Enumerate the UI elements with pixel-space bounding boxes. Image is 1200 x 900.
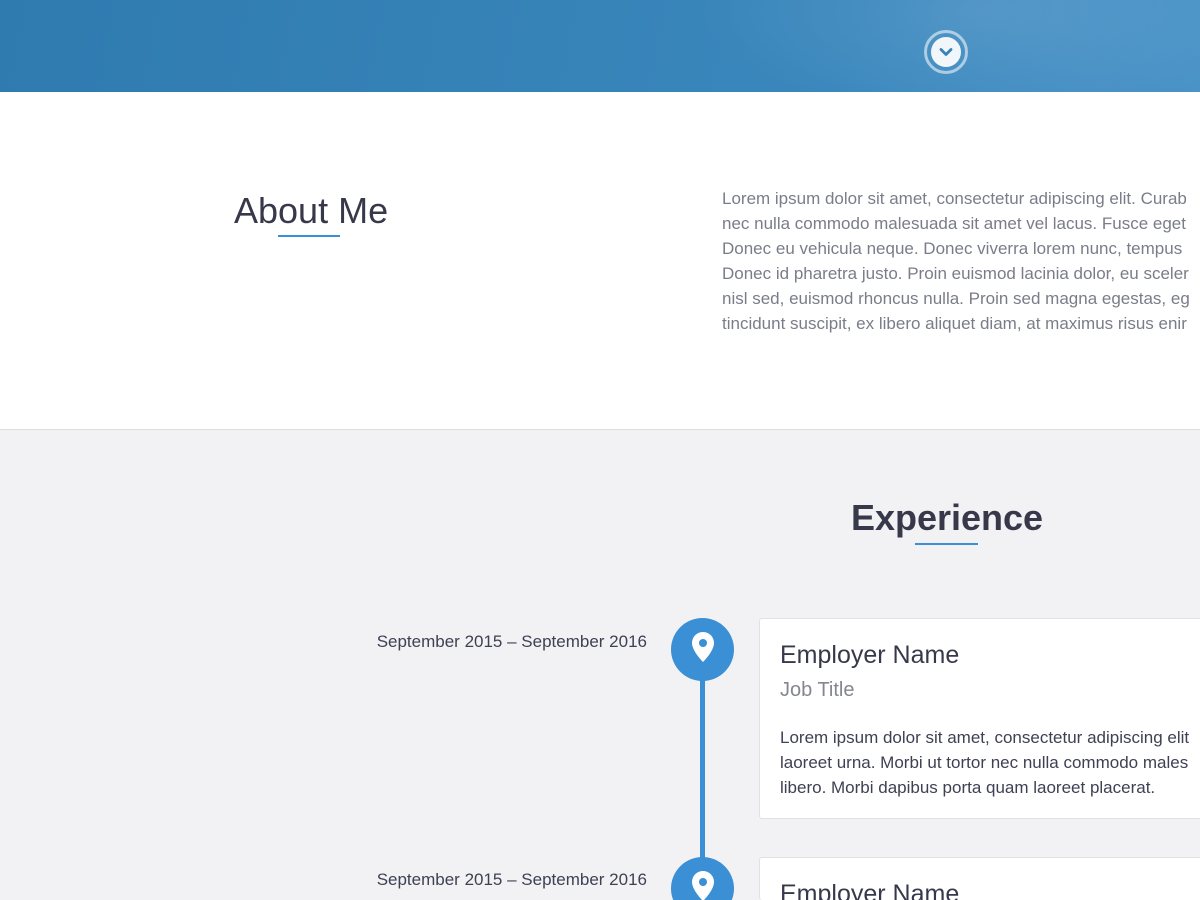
experience-card: Employer Name Job Title Lorem ipsum dolo…: [759, 618, 1200, 819]
timeline-marker: [671, 857, 734, 900]
job-title: Job Title: [780, 679, 855, 701]
experience-title-underline: [915, 543, 978, 545]
map-pin-icon: [691, 871, 714, 900]
hero-banner: [0, 0, 1200, 92]
about-title-underline: [278, 235, 340, 237]
about-text-line: Lorem ipsum dolor sit amet, consectetur …: [722, 189, 1187, 208]
about-text-line: Donec eu vehicula neque. Donec viverra l…: [722, 239, 1183, 258]
experience-card: Employer Name: [759, 857, 1200, 900]
employer-name: Employer Name: [780, 880, 960, 900]
employer-name: Employer Name: [780, 641, 960, 669]
job-description-line: laoreet urna. Morbi ut tortor nec nulla …: [780, 753, 1189, 772]
job-description-line: libero. Morbi dapibus porta quam laoreet…: [780, 778, 1156, 797]
experience-title: Experience: [850, 497, 1044, 538]
about-text-line: nisl sed, euismod rhoncus nulla. Proin s…: [722, 289, 1190, 308]
about-title: About Me: [234, 190, 389, 231]
about-text-line: Donec id pharetra justo. Proin euismod l…: [722, 264, 1189, 283]
timeline-date: September 2015 – September 2016: [376, 632, 647, 651]
scroll-down-button[interactable]: [924, 30, 968, 74]
about-text-line: tincidunt suscipit, ex libero aliquet di…: [722, 314, 1187, 333]
timeline-date: September 2015 – September 2016: [376, 870, 647, 889]
map-pin-icon: [691, 632, 714, 667]
job-description: Lorem ipsum dolor sit amet, consectetur …: [780, 725, 1189, 800]
timeline-marker: [671, 618, 734, 681]
job-description-line: Lorem ipsum dolor sit amet, consectetur …: [780, 728, 1190, 747]
about-text: Lorem ipsum dolor sit amet, consectetur …: [722, 186, 1200, 336]
about-text-line: nec nulla commodo malesuada sit amet vel…: [722, 214, 1186, 233]
timeline-line: [700, 670, 705, 870]
about-section: About Me Lorem ipsum dolor sit amet, con…: [0, 92, 1200, 430]
chevron-down-icon: [931, 37, 961, 67]
